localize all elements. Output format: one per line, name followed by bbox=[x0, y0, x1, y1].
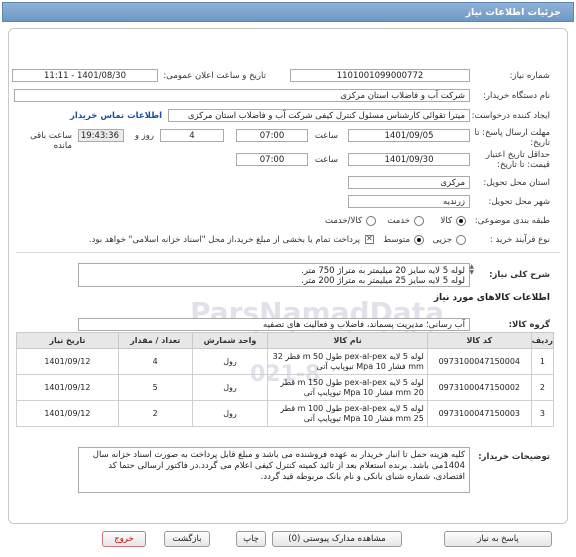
description-line: لوله 5 لایه سایز 20 میلیمتر به متراژ 750… bbox=[301, 266, 465, 276]
city-field[interactable]: زرندیه bbox=[348, 195, 470, 208]
column-header: ردیف bbox=[530, 332, 555, 349]
payment-note: پرداخت تمام یا بخشی از مبلغ خرید،از محل … bbox=[88, 235, 360, 245]
item-name: لوله 5 لایه pex-al-pex طول 150 m قطر 20 … bbox=[267, 374, 428, 401]
item-code: 0973100047150003 bbox=[426, 400, 532, 427]
description-label: شرح کلی نیاز: bbox=[489, 270, 550, 280]
deadline-time-label: ساعت bbox=[314, 131, 338, 141]
province-field[interactable]: مرکزی bbox=[348, 176, 470, 189]
need-number-label: شماره نیاز: bbox=[509, 71, 550, 81]
column-header: کد کالا bbox=[426, 332, 532, 349]
back-button[interactable]: بازگشت bbox=[164, 531, 210, 547]
description-textarea[interactable]: لوله 5 لایه سایز 20 میلیمتر به متراژ 750… bbox=[78, 263, 470, 287]
notes-label: توضیحات خریدار: bbox=[478, 452, 550, 462]
exit-button[interactable]: خروج bbox=[102, 531, 146, 547]
validity-time-field[interactable]: 07:00 bbox=[236, 153, 308, 166]
goods-table: ردیف کد کالا نام کالا واحد شمارش تعداد /… bbox=[16, 332, 555, 427]
page-title: جزئیات اطلاعات نیاز bbox=[465, 7, 561, 18]
item-date: 1401/09/12 bbox=[16, 400, 119, 427]
notes-textarea[interactable]: کلیه هزینه حمل تا انبار خریدار به عهده ف… bbox=[78, 447, 470, 493]
table-row[interactable]: 3 0973100047150003 لوله 5 لایه pex-al-pe… bbox=[16, 400, 555, 427]
category-option-service: خدمت bbox=[387, 216, 410, 226]
item-date: 1401/09/12 bbox=[16, 348, 119, 375]
item-name: لوله 5 لایه pex-al-pex طول 100 m قطر 25 … bbox=[267, 400, 428, 427]
column-header: نام کالا bbox=[267, 332, 428, 349]
creator-field[interactable]: میترا تقوائی کارشناس مسئول کنترل کیفی شر… bbox=[168, 109, 470, 122]
category-label: طبقه بندی موضوعی: bbox=[474, 216, 550, 226]
deadline-label: مهلت ارسال پاسخ: تا تاریخ: bbox=[474, 128, 550, 148]
column-header: تعداد / مقدار bbox=[117, 332, 193, 349]
table-row[interactable]: 2 0973100047150002 لوله 5 لایه pex-al-pe… bbox=[16, 374, 555, 401]
remaining-time-field: 19:43:36 bbox=[78, 129, 124, 142]
process-option-minor: جزیی bbox=[432, 235, 452, 245]
category-radio-service[interactable] bbox=[414, 216, 424, 226]
item-code: 0973100047150002 bbox=[426, 374, 532, 401]
reply-button[interactable]: پاسخ به نیاز bbox=[444, 531, 552, 547]
category-option-both: کالا/خدمت bbox=[325, 216, 362, 226]
row-index: 3 bbox=[530, 400, 555, 427]
item-unit: رول bbox=[191, 348, 269, 375]
row-index: 1 bbox=[530, 348, 555, 375]
deadline-time-field[interactable]: 07:00 bbox=[236, 129, 308, 142]
category-radio-goods[interactable] bbox=[456, 216, 466, 226]
item-date: 1401/09/12 bbox=[16, 374, 119, 401]
process-label: نوع فرآیند خرید : bbox=[489, 235, 550, 245]
item-code: 0973100047150004 bbox=[426, 348, 532, 375]
goods-group-label: گروه کالا: bbox=[508, 320, 550, 330]
category-radio-both[interactable] bbox=[366, 216, 376, 226]
announce-field[interactable]: 1401/08/30 - 11:11 bbox=[12, 69, 158, 82]
days-field[interactable]: 4 bbox=[160, 129, 224, 142]
item-name: لوله 5 لایه pex-al-pex طول 50 m قطر 32 m… bbox=[267, 348, 428, 375]
description-line: لوله 5 لایه سایز 25 میلیمتر به متراژ 200… bbox=[301, 276, 465, 286]
contact-info-link[interactable]: اطلاعات تماس خریدار bbox=[70, 111, 162, 121]
table-header-row: ردیف کد کالا نام کالا واحد شمارش تعداد /… bbox=[16, 332, 555, 349]
announce-label: تاریخ و ساعت اعلان عمومی: bbox=[163, 71, 266, 81]
column-header: تاریخ نیاز bbox=[16, 332, 119, 349]
days-label: روز و bbox=[134, 131, 154, 141]
item-qty: 5 bbox=[117, 374, 193, 401]
remaining-label: ساعت باقی مانده bbox=[30, 131, 72, 151]
buyer-org-label: نام دستگاه خریدار: bbox=[483, 91, 550, 101]
category-option-goods: کالا bbox=[440, 216, 452, 226]
validity-label: حداقل تاریخ اعتبار قیمت: تا تاریخ: bbox=[485, 150, 550, 170]
creator-label: ایجاد کننده درخواست: bbox=[471, 111, 550, 121]
city-label: شهر محل تحویل: bbox=[488, 197, 550, 207]
province-label: استان محل تحویل: bbox=[483, 178, 550, 188]
process-radio-medium[interactable] bbox=[414, 235, 424, 245]
item-unit: رول bbox=[191, 400, 269, 427]
row-index: 2 bbox=[530, 374, 555, 401]
need-number-field[interactable]: 1101001099000772 bbox=[290, 69, 470, 82]
scroll-arrows-icon[interactable]: ▲ ▼ bbox=[469, 264, 474, 276]
divider bbox=[16, 252, 560, 253]
goods-section-title: اطلاعات کالاهای مورد نیاز bbox=[433, 293, 550, 303]
goods-group-field[interactable]: آب رسانی؛ مدیریت پسماند، فاضلاب و فعالیت… bbox=[78, 318, 470, 331]
item-qty: 4 bbox=[117, 348, 193, 375]
process-option-medium: متوسط bbox=[383, 235, 410, 245]
validity-time-label: ساعت bbox=[314, 155, 338, 165]
view-attachments-button[interactable]: مشاهده مدارک پیوستی (0) bbox=[272, 531, 402, 547]
column-header: واحد شمارش bbox=[191, 332, 269, 349]
item-unit: رول bbox=[191, 374, 269, 401]
deadline-date-field[interactable]: 1401/09/05 bbox=[348, 129, 470, 142]
buyer-org-field[interactable]: شرکت آب و فاضلاب استان مرکزی bbox=[14, 89, 470, 102]
page-header: جزئیات اطلاعات نیاز bbox=[2, 2, 574, 22]
process-radio-minor[interactable] bbox=[456, 235, 466, 245]
table-row[interactable]: 1 0973100047150004 لوله 5 لایه pex-al-pe… bbox=[16, 348, 555, 375]
item-qty: 2 bbox=[117, 400, 193, 427]
print-button[interactable]: چاپ bbox=[236, 531, 266, 547]
validity-date-field[interactable]: 1401/09/30 bbox=[348, 153, 470, 166]
payment-checkbox[interactable] bbox=[365, 234, 374, 244]
